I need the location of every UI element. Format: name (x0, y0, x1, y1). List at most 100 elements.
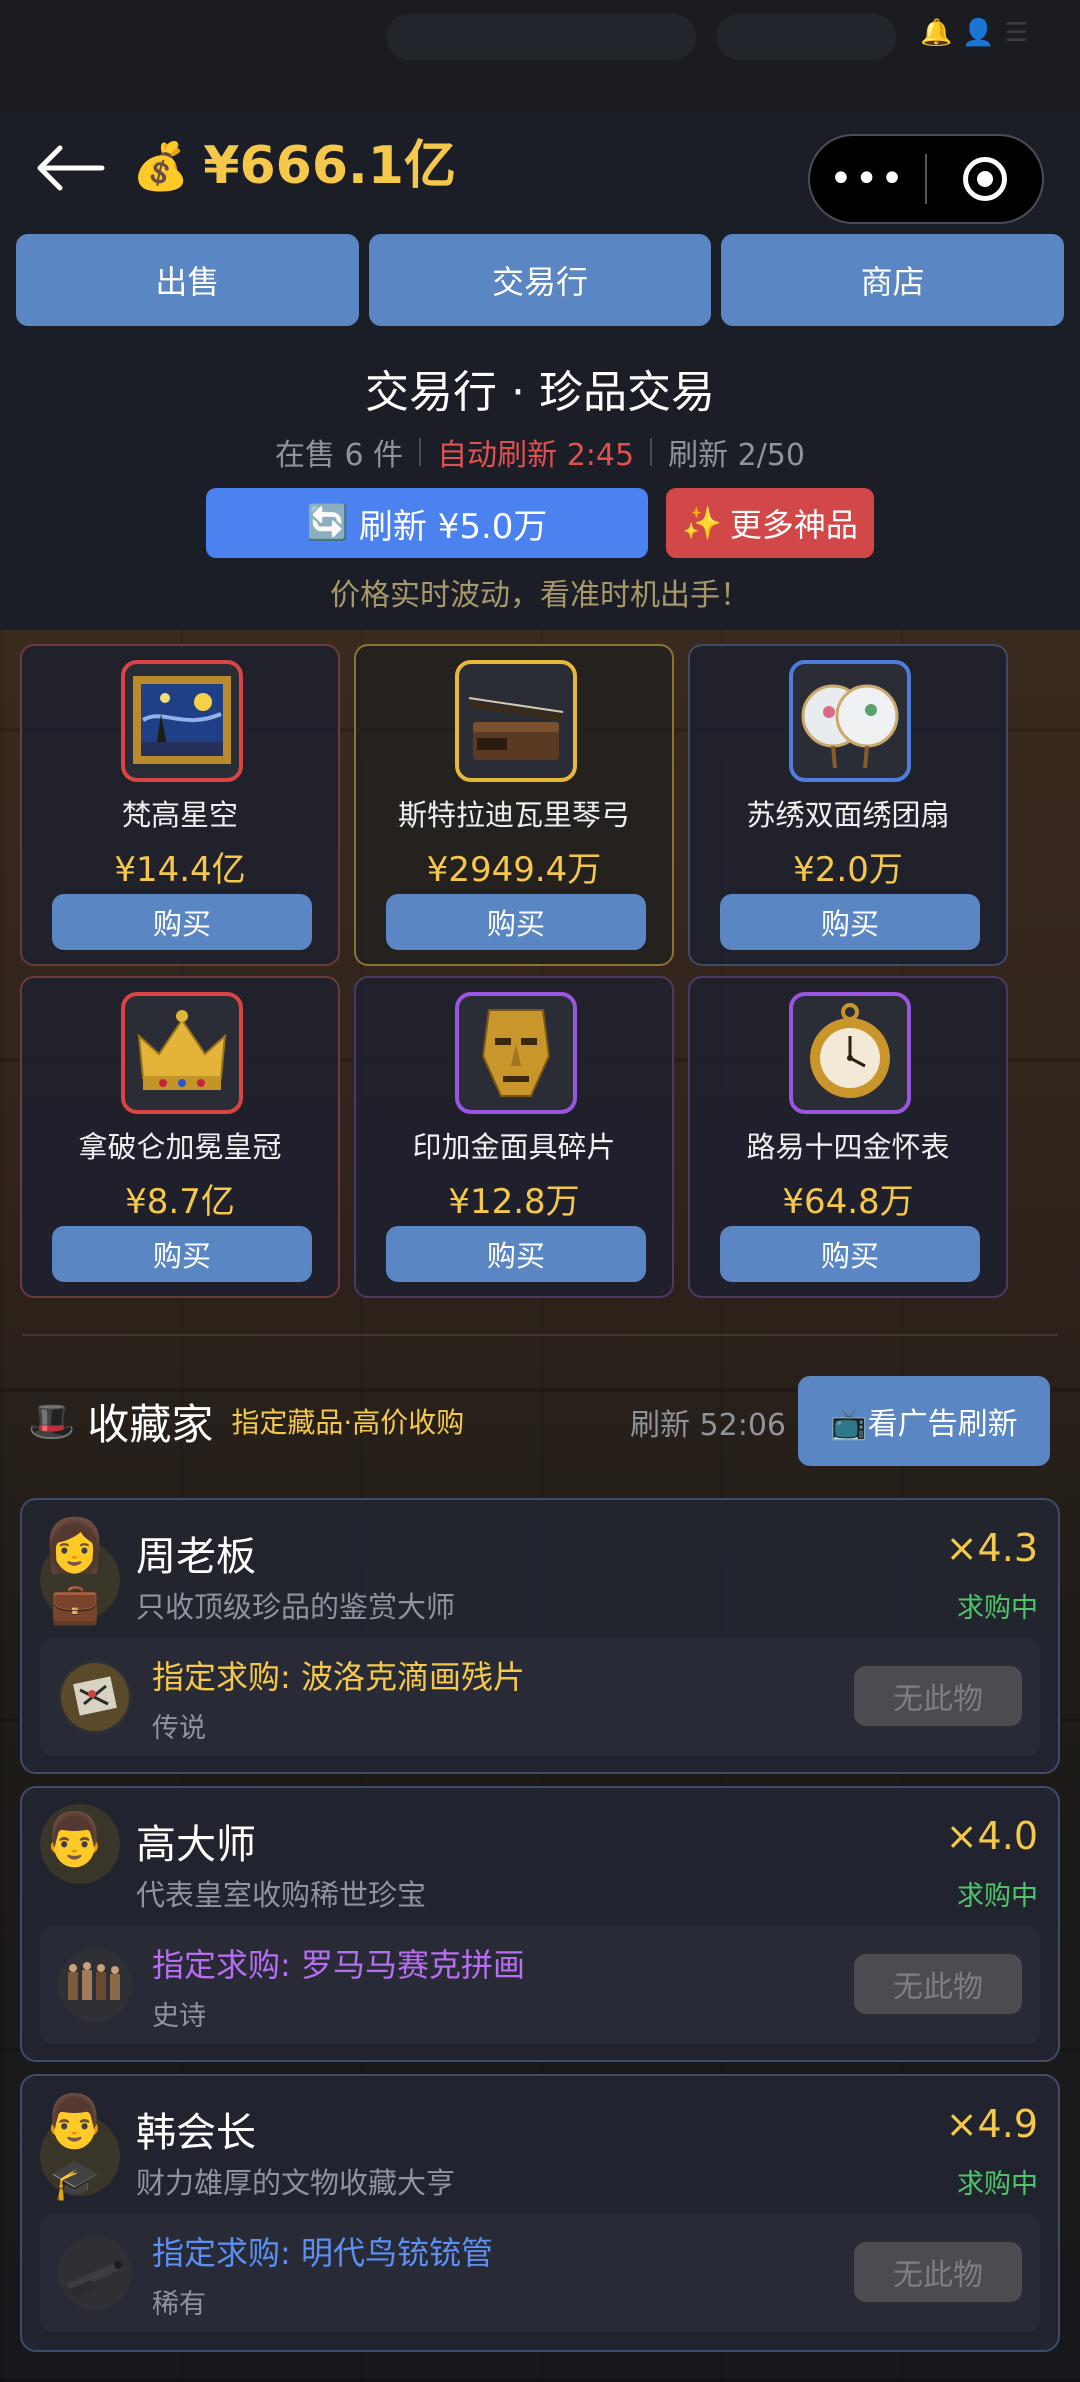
item-price: ¥64.8万 (782, 1182, 914, 1222)
wanted-item-rarity: 稀有 (152, 2289, 206, 2320)
collectors-refresh-timer: 刷新 52:06 (630, 1408, 786, 1443)
market-stats: 在售 6 件 自动刷新 2:45 刷新 2/50 (0, 430, 1080, 474)
price-multiplier: ×4.9 (945, 2102, 1038, 2146)
status-badge: 求购中 (957, 1593, 1038, 1624)
market-title: 交易行 · 珍品交易 (365, 367, 715, 418)
wanted-item-title: 指定求购: 罗马马赛克拼画 (152, 1946, 525, 1984)
item-name: 拿破仑加冕皇冠 (78, 1130, 282, 1164)
refresh-count: 刷新 2/50 (668, 438, 805, 473)
wanted-item: 指定求购: 罗马马赛克拼画 史诗 无此物 (40, 1926, 1040, 2044)
item-card: 梵高星空 ¥14.4亿 购买 (20, 644, 340, 966)
browser-bar: 🔔👤☰ (0, 0, 1080, 110)
buy-button[interactable]: 购买 (386, 1226, 646, 1282)
avatar: 👩 💼 (42, 1516, 122, 1627)
man-face-icon: 👨 (42, 1810, 107, 1870)
woman-face-icon: 👩 (42, 1516, 107, 1576)
roman-mosaic-icon (58, 1948, 132, 2022)
collector-name: 周老板 (136, 1534, 256, 1580)
not-owned-button[interactable]: 无此物 (854, 2242, 1022, 2302)
ghost-search-input (386, 14, 696, 60)
refresh-icon: 🔄 (306, 503, 349, 543)
gold-mask-icon (455, 992, 577, 1114)
ghost-toolbar-icons: 🔔👤☰ (920, 18, 1039, 48)
wanted-item: 指定求购: 波洛克滴画残片 传说 无此物 (40, 1638, 1040, 1756)
buy-button[interactable]: 购买 (52, 894, 312, 950)
item-price: ¥2949.4万 (426, 850, 602, 890)
status-badge: 求购中 (957, 2169, 1038, 2200)
item-price: ¥12.8万 (448, 1182, 580, 1222)
item-name: 印加金面具碎片 (412, 1130, 616, 1164)
tab-sell[interactable]: 出售 (16, 234, 359, 326)
wanted-item-rarity: 史诗 (152, 2001, 206, 2032)
avatar: 👨 🎓 (42, 2092, 122, 2203)
item-card: 拿破仑加冕皇冠 ¥8.7亿 购买 (20, 976, 340, 1298)
collectors-header: 🎩 收藏家 指定藏品·高价收购 (28, 1376, 464, 1466)
item-card: 斯特拉迪瓦里琴弓 ¥2949.4万 购买 (354, 644, 674, 966)
on-sale-count: 在售 6 件 (275, 438, 404, 473)
price-multiplier: ×4.0 (945, 1814, 1038, 1858)
collectors-subtitle: 指定藏品·高价收购 (231, 1406, 465, 1439)
buy-button[interactable]: 购买 (52, 1226, 312, 1282)
wanted-item-title: 指定求购: 明代鸟铳铳管 (152, 2234, 493, 2272)
violin-bow-icon (455, 660, 577, 782)
tab-market[interactable]: 交易行 (368, 234, 712, 326)
wanted-item-title: 指定求购: 波洛克滴画残片 (152, 1658, 525, 1696)
item-price: ¥2.0万 (793, 850, 903, 890)
status-badge: 求购中 (957, 1881, 1038, 1912)
man-face-icon: 👨 (42, 2092, 107, 2152)
item-card: 印加金面具碎片 ¥12.8万 购买 (354, 976, 674, 1298)
collectors-title: 收藏家 (87, 1399, 214, 1449)
sparkles-icon: ✨ (682, 504, 722, 542)
stats-divider (650, 438, 653, 466)
tab-shop[interactable]: 商店 (721, 234, 1065, 326)
more-treasures-button[interactable]: ✨ 更多神品 (666, 488, 874, 558)
crown-icon (121, 992, 243, 1114)
avatar: 👨 (42, 1810, 122, 1920)
item-price: ¥8.7亿 (125, 1182, 235, 1222)
refresh-button[interactable]: 🔄 刷新 ¥5.0万 (206, 488, 648, 558)
collector-name: 高大师 (136, 1822, 256, 1868)
round-fan-icon (789, 660, 911, 782)
top-hat-icon: 🎩 (28, 1398, 76, 1443)
pocket-watch-icon (789, 992, 911, 1114)
buy-button[interactable]: 购买 (720, 1226, 980, 1282)
collector-card: 👨 🎓 韩会长 财力雄厚的文物收藏大亨 ×4.9 求购中 指定求购: 明代鸟铳铳… (20, 2074, 1060, 2352)
item-name: 梵高星空 (121, 798, 238, 832)
buy-button[interactable]: 购买 (386, 894, 646, 950)
buy-button[interactable]: 购买 (720, 894, 980, 950)
main-tabs: 出售 交易行 商店 (16, 234, 1065, 326)
item-price: ¥14.4亿 (114, 850, 246, 890)
back-arrow-icon[interactable] (34, 140, 106, 196)
ghost-select (716, 14, 896, 60)
item-name: 路易十四金怀表 (746, 1130, 950, 1164)
musket-barrel-icon (58, 2236, 132, 2310)
money-bag-icon: 💰 (132, 139, 190, 193)
collector-card: 👨 高大师 代表皇室收购稀世珍宝 ×4.0 求购中 指定求购: 罗马马赛克拼画 … (20, 1786, 1060, 2062)
not-owned-button[interactable]: 无此物 (854, 1954, 1022, 2014)
stats-divider (419, 438, 422, 466)
graduation-cap-icon: 🎓 (50, 2157, 100, 2203)
money-display: 💰 ¥666.1亿 (132, 136, 456, 196)
item-name: 斯特拉迪瓦里琴弓 (397, 798, 630, 832)
mini-program-capsule: ••• (808, 134, 1044, 224)
collector-desc: 代表皇室收购稀世珍宝 (136, 1878, 427, 1912)
wanted-item-rarity: 传说 (152, 1713, 206, 1744)
not-owned-button[interactable]: 无此物 (854, 1666, 1022, 1726)
item-card: 苏绣双面绣团扇 ¥2.0万 购买 (688, 644, 1008, 966)
drip-painting-fragment-icon (58, 1660, 132, 1734)
item-card: 路易十四金怀表 ¥64.8万 购买 (688, 976, 1008, 1298)
price-multiplier: ×4.3 (945, 1526, 1038, 1570)
watch-ad-refresh-button[interactable]: 📺看广告刷新 (798, 1376, 1050, 1466)
briefcase-icon: 💼 (50, 1581, 100, 1627)
wanted-item: 指定求购: 明代鸟铳铳管 稀有 无此物 (40, 2214, 1040, 2332)
auto-refresh-timer: 自动刷新 2:45 (437, 438, 635, 473)
collector-name: 韩会长 (136, 2110, 256, 2156)
collector-desc: 只收顶级珍品的鉴赏大师 (136, 1590, 456, 1624)
starry-night-painting-icon (121, 660, 243, 782)
market-tip: 价格实时波动，看准时机出手！ (330, 578, 750, 613)
section-divider (22, 1334, 1058, 1336)
money-value: ¥666.1亿 (203, 136, 456, 196)
close-target-icon[interactable] (927, 157, 1042, 201)
refresh-button-label: 刷新 ¥5.0万 (358, 506, 548, 547)
more-options-icon[interactable]: ••• (810, 156, 925, 202)
